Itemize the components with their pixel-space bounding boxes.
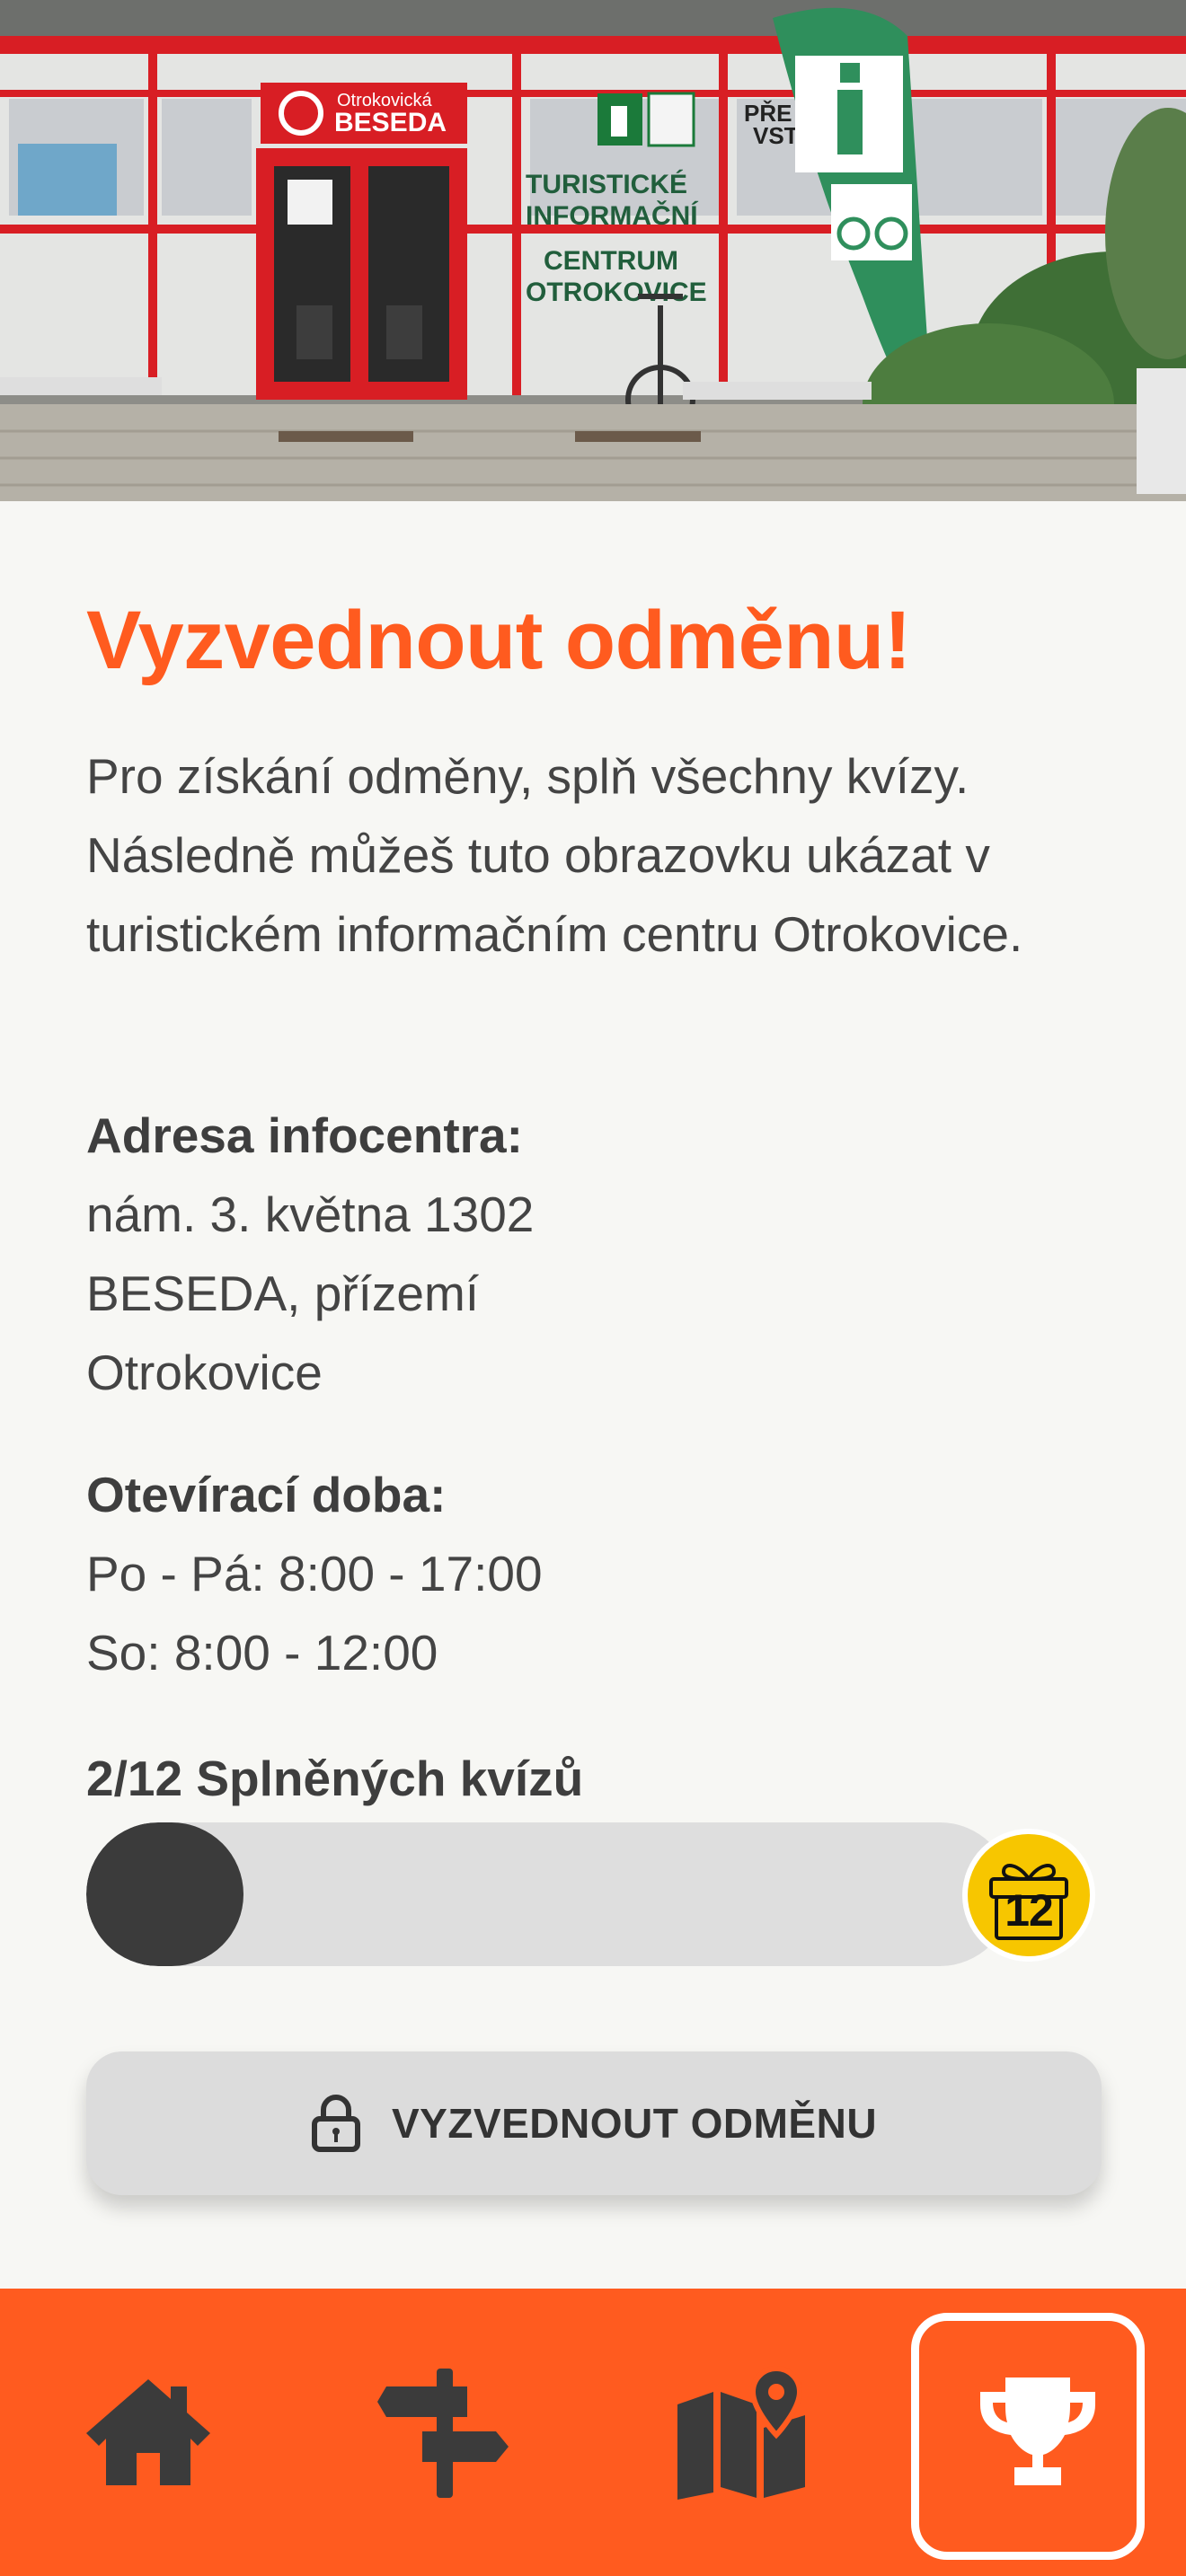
quiz-progress-fill xyxy=(86,1822,243,1966)
goal-badge: 12 xyxy=(962,1829,1095,1962)
hero-window-line-4: OTROKOVICE xyxy=(526,278,707,307)
signpost-icon xyxy=(377,2369,509,2498)
page-title: Vyzvednout odměnu! xyxy=(86,595,911,686)
nav-rewards[interactable] xyxy=(890,2289,1186,2576)
nav-trails[interactable] xyxy=(296,2289,593,2576)
hero-sign-brand: BESEDA xyxy=(334,108,447,137)
quiz-progress-bar xyxy=(86,1822,1012,1966)
hero-window-line-3: CENTRUM xyxy=(544,246,678,276)
claim-reward-button[interactable]: VYZVEDNOUT ODMĚNU xyxy=(86,2051,1102,2195)
bottom-navigation xyxy=(0,2289,1186,2576)
claim-reward-label: VYZVEDNOUT ODMĚNU xyxy=(391,2100,878,2147)
hours-line-weekdays: Po - Pá: 8:00 - 17:00 xyxy=(86,1546,543,1601)
hours-label: Otevírací doba: xyxy=(86,1467,447,1522)
address-line-1: nám. 3. května 1302 xyxy=(86,1187,535,1242)
hero-window-line-2: INFORMAČNÍ xyxy=(526,200,698,231)
trophy-icon xyxy=(980,2378,1095,2485)
address-line-3: Otrokovice xyxy=(86,1345,323,1400)
hours-line-saturday: So: 8:00 - 12:00 xyxy=(86,1625,438,1681)
infocentre-building-illustration: Otrokovická BESEDA TURISTICKÉ INFORMAČNÍ… xyxy=(0,0,1186,501)
hero-photo: Otrokovická BESEDA TURISTICKÉ INFORMAČNÍ… xyxy=(0,0,1186,501)
address-label: Adresa infocentra: xyxy=(86,1107,523,1163)
nav-home[interactable] xyxy=(0,2289,296,2576)
nav-map[interactable] xyxy=(593,2289,890,2576)
reward-intro-text: Pro získání odměny, splň všechny kvízy. … xyxy=(86,748,1023,962)
quiz-progress-label: 2/12 Splněných kvízů xyxy=(86,1751,584,1806)
map-icon xyxy=(677,2365,805,2500)
hero-partial-line-2: VST xyxy=(753,122,799,149)
address-line-2: BESEDA, přízemí xyxy=(86,1266,480,1321)
lock-icon xyxy=(311,2095,360,2152)
home-icon xyxy=(86,2379,210,2485)
goal-badge-count: 12 xyxy=(1005,1885,1054,1936)
hero-window-line-1: TURISTICKÉ xyxy=(526,169,687,199)
